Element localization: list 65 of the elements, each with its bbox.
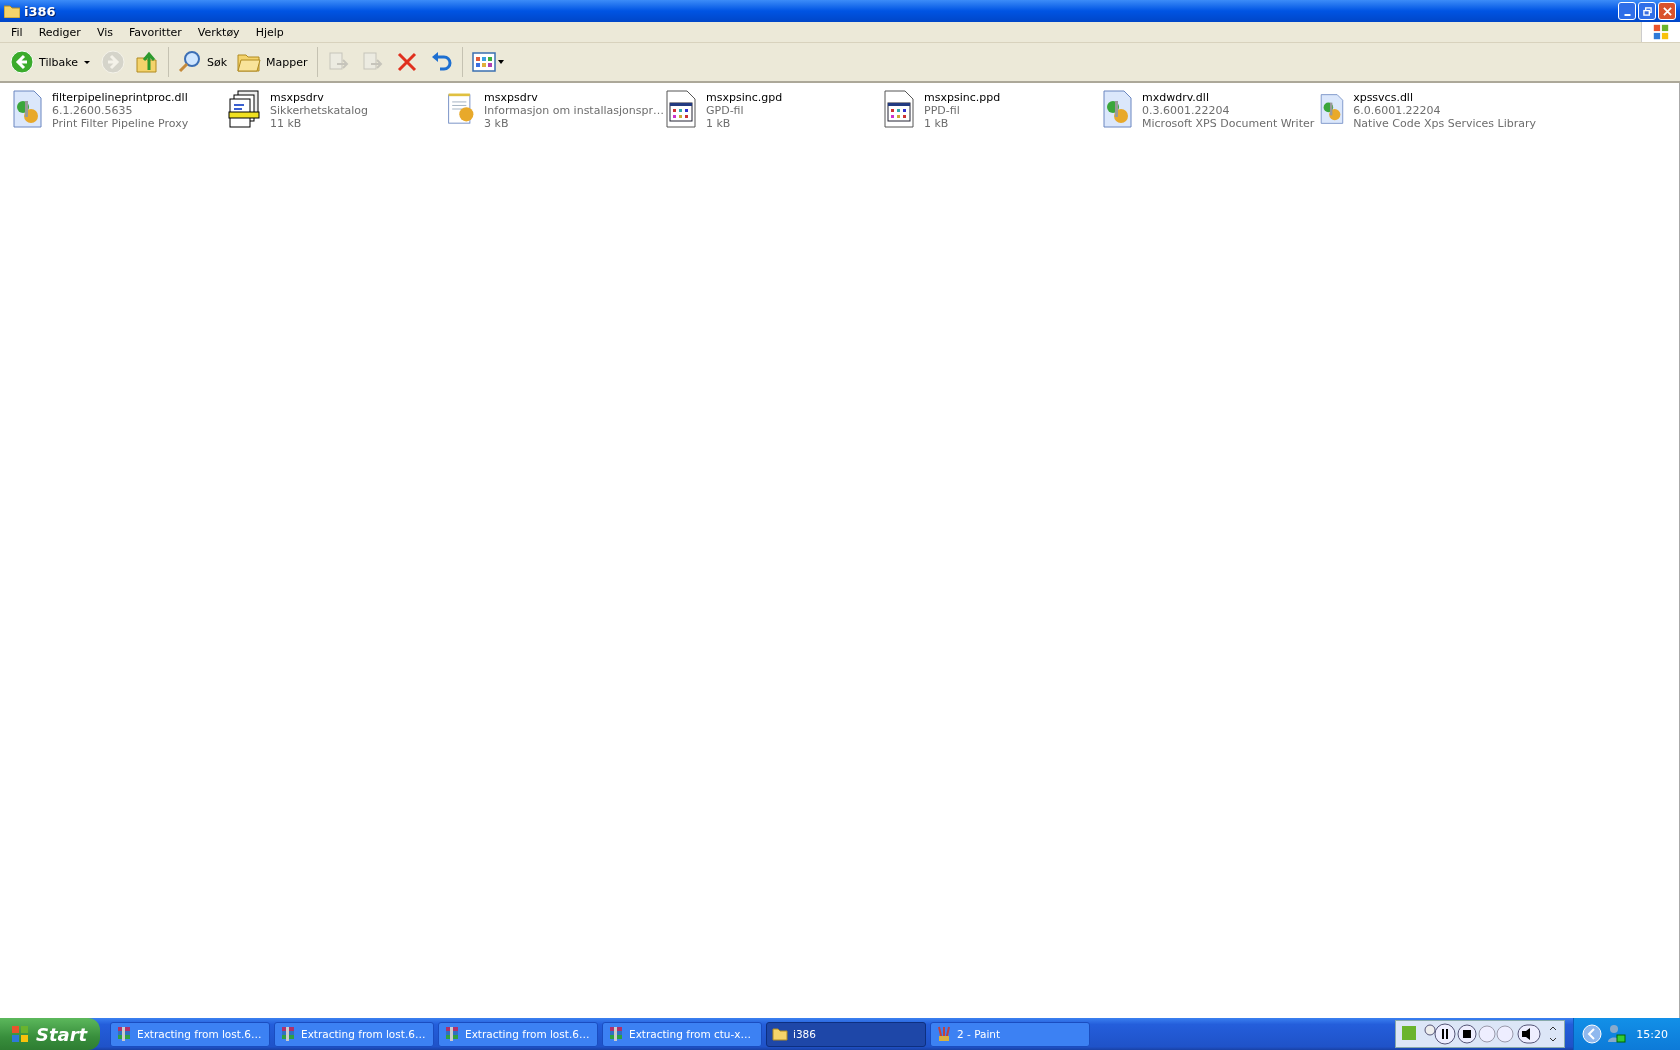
- file-name[interactable]: msxpsdrv: [484, 91, 664, 104]
- file-detail: Microsoft XPS Document Writer: [1142, 117, 1315, 130]
- close-button[interactable]: [1658, 2, 1676, 20]
- file-detail: PPD-fil: [924, 104, 961, 117]
- archive-icon: [444, 1026, 460, 1042]
- taskbar-button[interactable]: Extracting from lost.6…: [438, 1021, 598, 1047]
- user-network-icon[interactable]: [1606, 1024, 1627, 1044]
- file-detail: 1 kB: [706, 117, 732, 130]
- menu-item[interactable]: Vis: [88, 25, 121, 39]
- file-detail: 6.0.6001.22204: [1353, 104, 1442, 117]
- folder-icon: [4, 4, 20, 18]
- minimize-button[interactable]: [1618, 2, 1636, 20]
- expand-tray-icon[interactable]: [1582, 1024, 1603, 1044]
- catalog-icon[interactable]: [228, 89, 262, 129]
- file-name[interactable]: mxdwdrv.dll: [1142, 91, 1315, 104]
- file-detail: 6.1.2600.5635: [52, 104, 134, 117]
- window-title: i386: [24, 3, 57, 19]
- back-button[interactable]: Tilbake: [6, 47, 95, 77]
- windows-logo-icon: [10, 1024, 30, 1044]
- windows-logo-icon: [1641, 22, 1680, 42]
- archive-icon: [116, 1026, 132, 1042]
- file-name[interactable]: msxpsinc.gpd: [706, 91, 783, 104]
- restore-button[interactable]: [1638, 2, 1656, 20]
- start-button[interactable]: Start: [0, 1018, 100, 1050]
- folder-icon: [772, 1026, 788, 1042]
- file-detail: Sikkerhetskatalog: [270, 104, 368, 117]
- close-icon: [1662, 6, 1672, 16]
- minimize-icon: [1623, 14, 1631, 16]
- search-button[interactable]: Søk: [173, 47, 232, 77]
- file-detail: GPD-fil: [706, 104, 745, 117]
- file-name[interactable]: xpssvcs.dll: [1353, 91, 1536, 104]
- taskbar-button[interactable]: 2 - Paint: [930, 1021, 1090, 1047]
- document-icon[interactable]: [882, 89, 916, 129]
- taskbar-button[interactable]: i386: [766, 1021, 926, 1047]
- menu-item[interactable]: Rediger: [30, 25, 89, 39]
- file-name[interactable]: msxpsdrv: [270, 91, 368, 104]
- document-icon[interactable]: [664, 89, 698, 129]
- file-name[interactable]: filterpipelineprintproc.dll: [52, 91, 189, 104]
- gear-document-icon[interactable]: [10, 89, 44, 129]
- file-detail: 0.3.6001.22204: [1142, 104, 1231, 117]
- restore-icon: [1642, 6, 1652, 16]
- file-detail: 1 kB: [924, 117, 950, 130]
- file-detail: 11 kB: [270, 117, 303, 130]
- file-detail: Informasjon om installasjonspr…: [484, 104, 664, 117]
- gear-document-icon[interactable]: [1100, 89, 1134, 129]
- menu-item[interactable]: Favoritter: [120, 25, 190, 39]
- folder-up-icon: [134, 50, 159, 74]
- taskbar-button[interactable]: Extracting from lost.6…: [274, 1021, 434, 1047]
- search-icon: [177, 50, 202, 74]
- file-detail: Native Code Xps Services Library: [1353, 117, 1536, 130]
- paint-brushes-icon: [936, 1026, 952, 1042]
- clock: 15:20: [1636, 1027, 1668, 1041]
- archive-icon: [280, 1026, 296, 1042]
- archive-icon: [608, 1026, 624, 1042]
- taskbar-button[interactable]: Extracting from ctu-x…: [602, 1021, 762, 1047]
- folders-button[interactable]: Mapper: [233, 47, 312, 77]
- caret-icon: [82, 58, 91, 66]
- file-detail: Print Filter Pipeline Proxy: [52, 117, 189, 130]
- menu-item[interactable]: Hjelp: [247, 25, 292, 39]
- file-detail: 3 kB: [484, 117, 510, 130]
- taskbar-button[interactable]: Extracting from lost.6…: [110, 1021, 270, 1047]
- views-icon: [471, 50, 506, 74]
- file-name[interactable]: msxpsinc.ppd: [924, 91, 1001, 104]
- menu-item[interactable]: Verktøy: [189, 25, 248, 39]
- menu-item[interactable]: Fil: [3, 25, 31, 39]
